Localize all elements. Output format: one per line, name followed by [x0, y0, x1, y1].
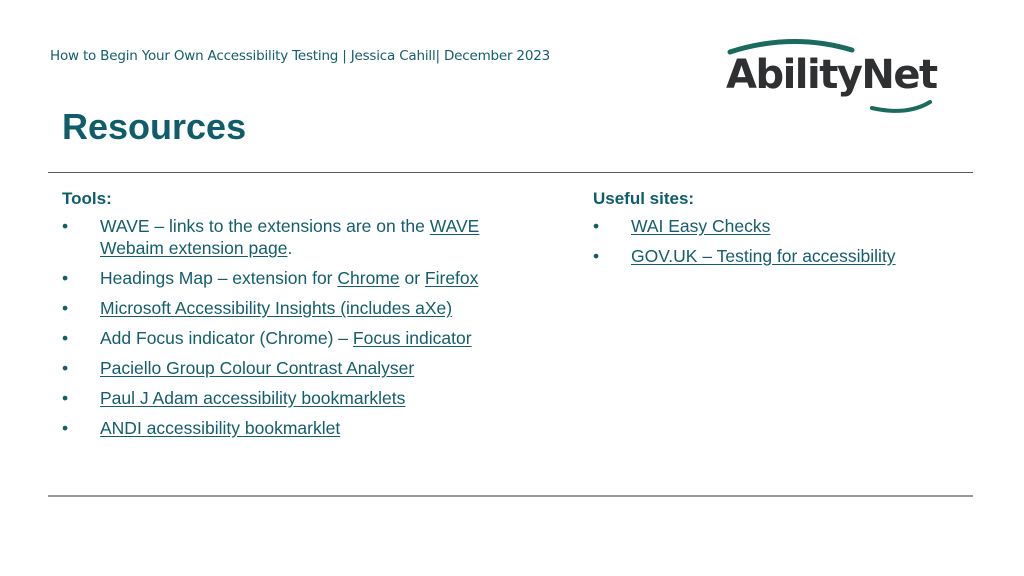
bullet: • [62, 418, 69, 438]
item-text: Headings Map – extension for [100, 268, 338, 288]
presentation-subtitle: How to Begin Your Own Accessibility Test… [50, 48, 550, 64]
list-item: • WAI Easy Checks [593, 215, 993, 237]
tools-section: Tools: • WAVE – links to the extensions … [62, 189, 532, 447]
item-text: WAVE – links to the extensions are on th… [100, 216, 430, 236]
bullet: • [62, 388, 69, 408]
list-item: • Headings Map – extension for Chrome or… [62, 267, 532, 289]
bullet: • [593, 216, 600, 236]
bullet: • [62, 298, 69, 318]
useful-sites-section: Useful sites: • WAI Easy Checks • GOV.UK… [593, 189, 993, 275]
logo-text: AbilityNet [726, 52, 938, 98]
item-text: or [399, 268, 425, 288]
page-title: Resources [62, 106, 247, 147]
bullet: • [62, 328, 69, 348]
list-item: • Add Focus indicator (Chrome) – Focus i… [62, 327, 532, 349]
item-text: . [287, 238, 293, 258]
bullet: • [62, 358, 69, 378]
bullet: • [62, 216, 69, 236]
list-item: • Paul J Adam accessibility bookmarklets [62, 387, 532, 409]
bullet: • [593, 246, 600, 266]
useful-sites-list: • WAI Easy Checks • GOV.UK – Testing for… [593, 215, 993, 267]
firefox-link[interactable]: Firefox [425, 268, 478, 288]
paul-j-adam-bookmarklets-link[interactable]: Paul J Adam accessibility bookmarklets [100, 388, 405, 408]
list-item: • GOV.UK – Testing for accessibility [593, 245, 993, 267]
accessibility-insights-link[interactable]: Microsoft Accessibility Insights (includ… [100, 298, 452, 318]
useful-sites-heading: Useful sites: [593, 189, 695, 208]
wai-easy-checks-link[interactable]: WAI Easy Checks [631, 216, 770, 236]
tools-list: • WAVE – links to the extensions are on … [62, 215, 532, 439]
abilitynet-logo: AbilityNet [722, 36, 938, 116]
colour-contrast-analyser-link[interactable]: Paciello Group Colour Contrast Analyser [100, 358, 414, 378]
andi-bookmarklet-link[interactable]: ANDI accessibility bookmarklet [100, 418, 340, 438]
govuk-testing-link[interactable]: GOV.UK – Testing for accessibility [631, 246, 896, 266]
bottom-divider [48, 495, 973, 497]
list-item: • WAVE – links to the extensions are on … [62, 215, 532, 259]
focus-indicator-link[interactable]: Focus indicator [353, 328, 472, 348]
bullet: • [62, 268, 69, 288]
list-item: • ANDI accessibility bookmarklet [62, 417, 532, 439]
tools-heading: Tools: [62, 189, 112, 208]
list-item: • Paciello Group Colour Contrast Analyse… [62, 357, 532, 379]
item-text: Add Focus indicator (Chrome) – [100, 328, 353, 348]
chrome-link[interactable]: Chrome [337, 268, 399, 288]
list-item: • Microsoft Accessibility Insights (incl… [62, 297, 532, 319]
top-divider [48, 172, 973, 173]
